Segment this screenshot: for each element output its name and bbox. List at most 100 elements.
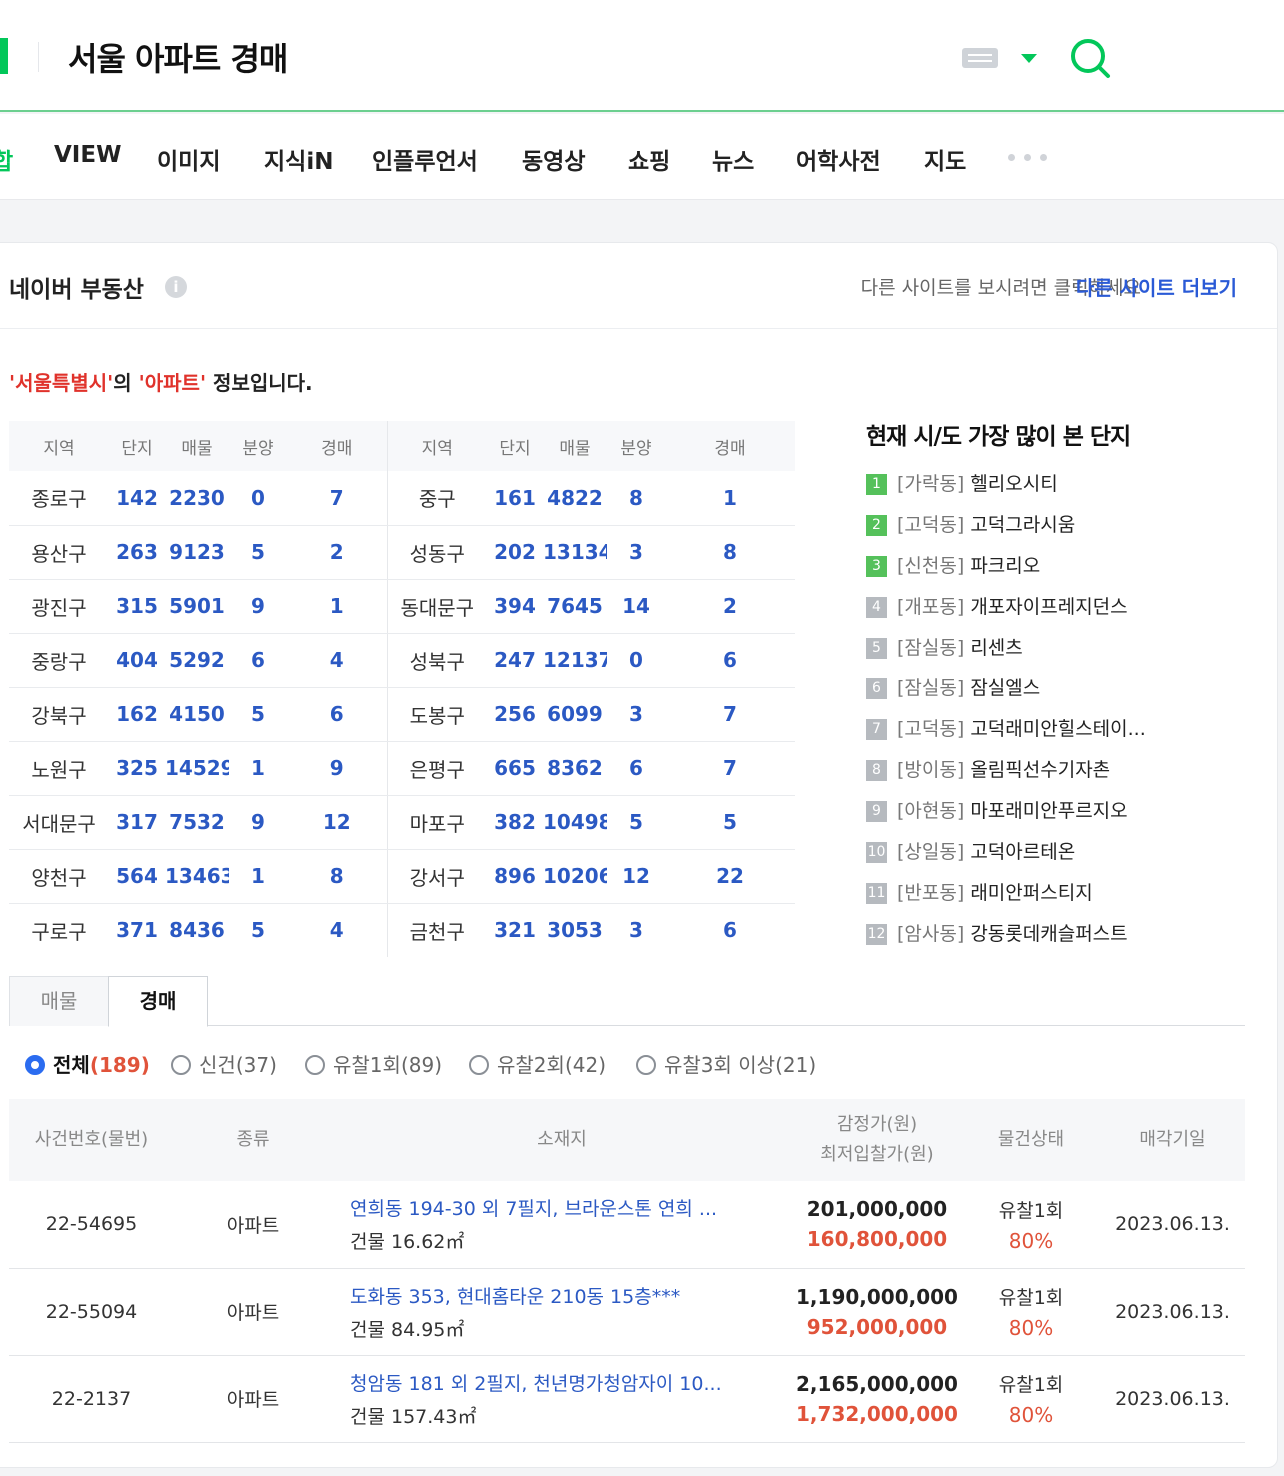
region-stat[interactable]: 5 (229, 903, 287, 957)
region-stat[interactable]: 10498 (543, 795, 607, 850)
region-stat[interactable]: 8436 (165, 903, 229, 957)
region-stat[interactable]: 325 (109, 741, 165, 796)
tab-all[interactable]: 합 (0, 142, 13, 176)
region-stat[interactable]: 1 (229, 849, 287, 904)
rank-complex-name[interactable]: 올림픽선수기자촌 (970, 759, 1110, 781)
radio-icon[interactable] (469, 1055, 489, 1075)
card-title[interactable]: 네이버 부동산 (9, 270, 144, 304)
tab-view[interactable]: VIEW (54, 142, 121, 168)
region-stat[interactable]: 7 (665, 687, 795, 742)
rank-complex-name[interactable]: 헬리오시티 (970, 473, 1057, 495)
search-icon[interactable] (1068, 36, 1112, 80)
search-query[interactable]: 서울 아파트 경매 (68, 34, 288, 80)
region-stat[interactable]: 5 (229, 687, 287, 742)
region-stat[interactable]: 9 (229, 795, 287, 850)
ranking-item[interactable]: 4 [개포동] 개포자이프레지던스 (866, 592, 1266, 633)
ranking-item[interactable]: 9 [아현동] 마포래미안푸르지오 (866, 796, 1266, 837)
radio-icon[interactable] (636, 1055, 656, 1075)
region-stat[interactable]: 14 (607, 579, 665, 634)
filter-failed-2[interactable]: 유찰2회(42) (469, 1049, 606, 1078)
address-link[interactable]: 청암동 181 외 2필지, 천년명가청암자이 10... (350, 1369, 792, 1396)
region-stat[interactable]: 5 (607, 795, 665, 850)
region-stat[interactable]: 10206 (543, 849, 607, 904)
region-stat[interactable]: 3 (607, 525, 665, 580)
rank-complex-name[interactable]: 잠실엘스 (970, 677, 1040, 699)
region-stat[interactable]: 22 (665, 849, 795, 904)
region-stat[interactable]: 4822 (543, 471, 607, 526)
region-stat[interactable]: 2 (287, 525, 388, 580)
ranking-item[interactable]: 12 [암사동] 강동롯데캐슬퍼스트 (866, 919, 1266, 960)
region-stat[interactable]: 6 (665, 903, 795, 957)
region-stat[interactable]: 2230 (165, 471, 229, 526)
radio-icon[interactable] (305, 1055, 325, 1075)
region-stat[interactable]: 9 (287, 741, 388, 796)
region-stat[interactable]: 7532 (165, 795, 229, 850)
rank-complex-name[interactable]: 고덕그라시움 (970, 514, 1075, 536)
region-stat[interactable]: 4 (287, 633, 388, 688)
region-stat[interactable]: 404 (109, 633, 165, 688)
region-stat[interactable]: 4150 (165, 687, 229, 742)
region-stat[interactable]: 6099 (543, 687, 607, 742)
ranking-item[interactable]: 6 [잠실동] 잠실엘스 (866, 673, 1266, 714)
region-stat[interactable]: 8362 (543, 741, 607, 796)
region-stat[interactable]: 564 (109, 849, 165, 904)
region-stat[interactable]: 7 (665, 741, 795, 796)
ranking-item[interactable]: 10 [상일동] 고덕아르테온 (866, 837, 1266, 878)
region-stat[interactable]: 6 (665, 633, 795, 688)
region-stat[interactable]: 247 (487, 633, 543, 688)
region-stat[interactable]: 1 (229, 741, 287, 796)
rank-complex-name[interactable]: 강동롯데캐슬퍼스트 (970, 923, 1127, 945)
more-dots-icon[interactable] (1008, 154, 1048, 162)
region-stat[interactable]: 321 (487, 903, 543, 957)
region-stat[interactable]: 6 (229, 633, 287, 688)
region-stat[interactable]: 9123 (165, 525, 229, 580)
naver-logo-mark[interactable] (0, 38, 8, 74)
region-stat[interactable]: 6 (287, 687, 388, 742)
ranking-item[interactable]: 1 [가락동] 헬리오시티 (866, 469, 1266, 510)
rank-complex-name[interactable]: 래미안퍼스티지 (970, 882, 1092, 904)
region-stat[interactable]: 382 (487, 795, 543, 850)
keyboard-icon[interactable] (962, 48, 998, 68)
region-stat[interactable]: 9 (229, 579, 287, 634)
rank-complex-name[interactable]: 리센츠 (970, 637, 1022, 659)
region-stat[interactable]: 3053 (543, 903, 607, 957)
region-stat[interactable]: 665 (487, 741, 543, 796)
ranking-item[interactable]: 7 [고덕동] 고덕래미안힐스테이... (866, 714, 1266, 755)
ranking-item[interactable]: 3 [신천동] 파크리오 (866, 551, 1266, 592)
region-stat[interactable]: 317 (109, 795, 165, 850)
region-stat[interactable]: 202 (487, 525, 543, 580)
address-link[interactable]: 도화동 353, 현대홈타운 210동 15층*** (350, 1282, 792, 1309)
region-stat[interactable]: 3 (607, 687, 665, 742)
radio-selected-icon[interactable] (25, 1055, 45, 1075)
region-stat[interactable]: 14529 (165, 741, 229, 796)
ranking-item[interactable]: 11 [반포동] 래미안퍼스티지 (866, 878, 1266, 919)
rank-complex-name[interactable]: 고덕아르테온 (970, 841, 1075, 863)
ranking-item[interactable]: 8 [방이동] 올림픽선수기자촌 (866, 755, 1266, 796)
region-stat[interactable]: 5 (665, 795, 795, 850)
region-stat[interactable]: 7645 (543, 579, 607, 634)
filter-all[interactable]: 전체(189) (25, 1049, 150, 1078)
ranking-item[interactable]: 5 [잠실동] 리센츠 (866, 633, 1266, 674)
filter-failed-1[interactable]: 유찰1회(89) (305, 1049, 442, 1078)
subtab-listings[interactable]: 매물 (9, 976, 109, 1026)
rank-complex-name[interactable]: 고덕래미안힐스테이... (970, 718, 1145, 740)
rank-complex-name[interactable]: 파크리오 (970, 555, 1040, 577)
radio-icon[interactable] (171, 1055, 191, 1075)
tab-video[interactable]: 동영상 (522, 142, 585, 176)
region-stat[interactable]: 142 (109, 471, 165, 526)
region-stat[interactable]: 5 (229, 525, 287, 580)
region-stat[interactable]: 0 (607, 633, 665, 688)
tab-shopping[interactable]: 쇼핑 (628, 142, 670, 176)
tab-influencer[interactable]: 인플루언서 (372, 142, 478, 176)
region-stat[interactable]: 256 (487, 687, 543, 742)
region-stat[interactable]: 12 (287, 795, 388, 850)
region-stat[interactable]: 162 (109, 687, 165, 742)
rank-complex-name[interactable]: 개포자이프레지던스 (970, 596, 1127, 618)
region-stat[interactable]: 7 (287, 471, 388, 526)
tab-kin[interactable]: 지식iN (264, 142, 333, 176)
rank-complex-name[interactable]: 마포래미안푸르지오 (970, 800, 1127, 822)
region-stat[interactable]: 371 (109, 903, 165, 957)
filter-new[interactable]: 신건(37) (171, 1049, 277, 1078)
address-link[interactable]: 연희동 194-30 외 7필지, 브라운스톤 연희 ... (350, 1194, 792, 1221)
region-stat[interactable]: 13463 (165, 849, 229, 904)
